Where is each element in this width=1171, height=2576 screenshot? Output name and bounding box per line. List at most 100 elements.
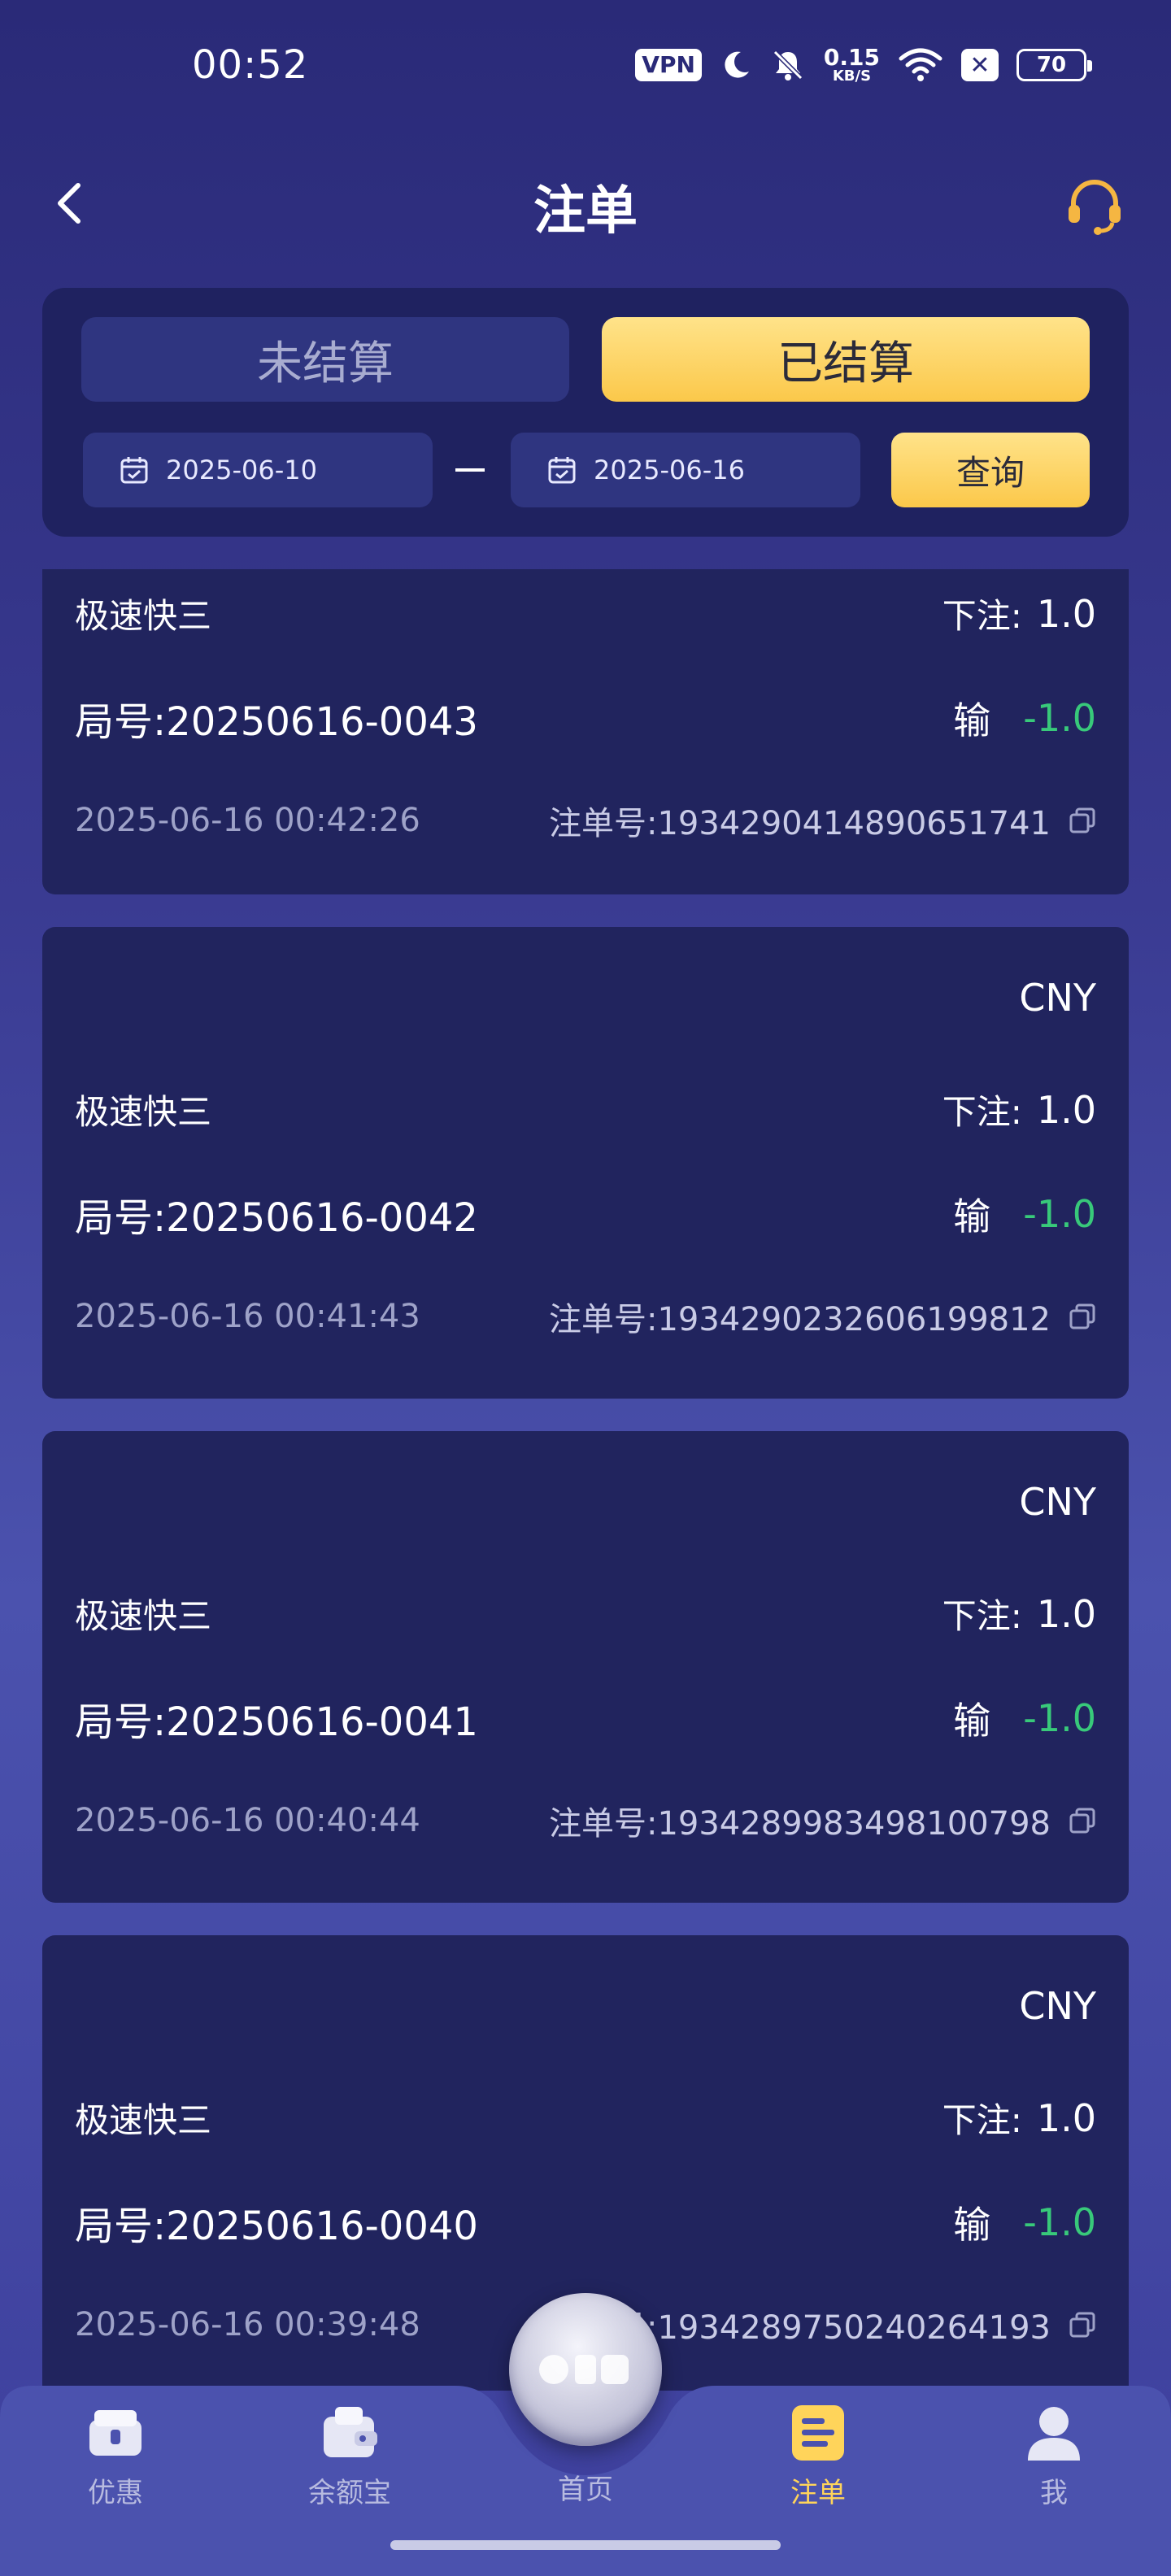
- record-meta-row: 2025-06-16 00:40:44 注单号:1934289983498100…: [75, 1797, 1096, 1844]
- home-indicator[interactable]: [390, 2540, 781, 2550]
- result-label: 输: [953, 2203, 991, 2247]
- date-range-separator: [455, 468, 485, 472]
- result-label: 输: [953, 1194, 991, 1238]
- record-round-row: 局号:20250616-0042 输 -1.0: [75, 1186, 1096, 1242]
- query-button[interactable]: 查询: [891, 433, 1090, 507]
- bet-amount: 1.0: [1036, 2095, 1096, 2140]
- start-date-value: 2025-06-10: [166, 455, 317, 485]
- bet-record-card[interactable]: 极速快三 下注: 1.0 局号:20250616-0043 输 -1.0 202…: [42, 569, 1129, 894]
- bet-info: 下注: 1.0: [942, 1589, 1096, 1638]
- result-info: 输 -1.0: [953, 691, 1096, 745]
- net-speed-value: 0.15: [823, 44, 880, 71]
- record-meta-row: 2025-06-16 00:42:26 注单号:1934290414890651…: [75, 797, 1096, 844]
- net-speed: 0.15 KB/S: [824, 46, 880, 84]
- user-icon: [1028, 2407, 1080, 2461]
- wifi-icon: [899, 48, 942, 81]
- currency-label: CNY: [1019, 1480, 1096, 1524]
- vpn-badge: VPN: [635, 49, 702, 81]
- start-date-picker[interactable]: 2025-06-10: [83, 433, 433, 507]
- bet-time: 2025-06-16 00:39:48: [75, 2306, 420, 2343]
- bet-amount: 1.0: [1036, 1591, 1096, 1636]
- status-bar: 00:52 VPN 0.15 KB/S ✕ 70: [0, 0, 1171, 130]
- home-logo-icon: [539, 2355, 629, 2384]
- order-info: 注单号:1934289983498100798: [549, 1797, 1096, 1844]
- order-number: 注单号:1934290232606199812: [548, 1301, 1051, 1338]
- nav-item-bets[interactable]: 注单: [737, 2402, 899, 2540]
- game-name: 极速快三: [75, 596, 212, 636]
- bet-amount: 1.0: [1036, 591, 1096, 636]
- order-number: 注单号:1934289983498100798: [548, 1805, 1051, 1843]
- wallet-icon: [324, 2407, 377, 2457]
- bet-label: 下注:: [942, 596, 1022, 636]
- moon-icon: [725, 51, 749, 78]
- bet-info: 下注: 1.0: [942, 2093, 1096, 2143]
- bet-label: 下注:: [942, 1092, 1022, 1132]
- record-game-row: 极速快三 下注: 1.0: [75, 589, 1096, 638]
- record-round-row: 局号:20250616-0041 输 -1.0: [75, 1690, 1096, 1747]
- bet-record-list[interactable]: 极速快三 下注: 1.0 局号:20250616-0043 输 -1.0 202…: [42, 569, 1129, 2391]
- result-info: 输 -1.0: [953, 1187, 1096, 1241]
- result-amount: -1.0: [1023, 696, 1096, 740]
- support-button[interactable]: [1062, 174, 1127, 239]
- gift-icon: [89, 2410, 141, 2456]
- record-round-row: 局号:20250616-0040 输 -1.0: [75, 2194, 1096, 2251]
- nav-label: 余额宝: [308, 2477, 391, 2509]
- bet-time: 2025-06-16 00:41:43: [75, 1298, 420, 1335]
- result-label: 输: [953, 1699, 991, 1743]
- result-amount: -1.0: [1023, 1696, 1096, 1740]
- game-name: 极速快三: [75, 1092, 212, 1132]
- headset-icon: [1069, 180, 1121, 235]
- record-round-row: 局号:20250616-0043 输 -1.0: [75, 690, 1096, 746]
- bet-info: 下注: 1.0: [942, 1085, 1096, 1134]
- header: 注单: [0, 146, 1171, 260]
- bet-record-card[interactable]: CNY 极速快三 下注: 1.0 局号:20250616-0042 输 -1.0…: [42, 927, 1129, 1399]
- nav-item-wallet[interactable]: 余额宝: [268, 2402, 431, 2540]
- result-amount: -1.0: [1023, 1192, 1096, 1236]
- order-number: 注单号:1934290414890651741: [548, 805, 1051, 842]
- record-game-row: 极速快三 下注: 1.0: [75, 1589, 1096, 1638]
- nav-label: 我: [1040, 2477, 1068, 2509]
- bet-time: 2025-06-16 00:40:44: [75, 1802, 420, 1839]
- record-game-row: 极速快三 下注: 1.0: [75, 2093, 1096, 2143]
- tab-settled[interactable]: 已结算: [602, 317, 1090, 402]
- round-number: 局号:20250616-0042: [75, 1195, 478, 1241]
- end-date-picker[interactable]: 2025-06-16: [511, 433, 860, 507]
- bet-label: 下注:: [942, 1596, 1022, 1636]
- nav-label-home: 首页: [558, 2474, 613, 2506]
- nav-label: 优惠: [88, 2477, 143, 2509]
- filter-panel: 未结算 已结算 2025-06-10 2025-06-16 查询: [42, 288, 1129, 537]
- result-info: 输 -1.0: [953, 1691, 1096, 1745]
- game-name: 极速快三: [75, 2100, 212, 2140]
- bets-list-icon: [792, 2405, 844, 2461]
- bet-time: 2025-06-16 00:42:26: [75, 802, 420, 839]
- nav-item-promotions[interactable]: 优惠: [34, 2402, 197, 2540]
- copy-icon[interactable]: [1069, 2311, 1096, 2339]
- copy-icon[interactable]: [1069, 1303, 1096, 1330]
- battery-level: 70: [1036, 53, 1067, 77]
- net-speed-unit: KB/S: [832, 67, 872, 85]
- order-info: 注单号:1934290232606199812: [549, 1293, 1096, 1340]
- round-number: 局号:20250616-0041: [75, 1699, 478, 1745]
- status-time: 00:52: [192, 42, 309, 88]
- calendar-icon: [548, 457, 576, 484]
- game-name: 极速快三: [75, 1596, 212, 1636]
- calendar-icon: [120, 457, 148, 484]
- close-box-icon: ✕: [961, 49, 999, 81]
- bet-amount: 1.0: [1036, 1087, 1096, 1132]
- nav-label: 注单: [790, 2477, 846, 2509]
- nav-item-profile[interactable]: 我: [973, 2402, 1135, 2540]
- tab-unsettled[interactable]: 未结算: [81, 317, 569, 402]
- end-date-value: 2025-06-16: [594, 455, 745, 485]
- currency-label: CNY: [1019, 976, 1096, 1020]
- page-title: 注单: [533, 181, 638, 242]
- round-number: 局号:20250616-0043: [75, 699, 478, 745]
- record-meta-row: 2025-06-16 00:41:43 注单号:1934290232606199…: [75, 1293, 1096, 1340]
- copy-icon[interactable]: [1069, 807, 1096, 834]
- result-label: 输: [953, 698, 991, 742]
- record-game-row: 极速快三 下注: 1.0: [75, 1085, 1096, 1134]
- result-amount: -1.0: [1023, 2200, 1096, 2244]
- copy-icon[interactable]: [1069, 1807, 1096, 1834]
- bell-off-icon: [773, 50, 803, 80]
- bet-record-card[interactable]: CNY 极速快三 下注: 1.0 局号:20250616-0041 输 -1.0…: [42, 1431, 1129, 1903]
- nav-item-home[interactable]: [509, 2293, 662, 2446]
